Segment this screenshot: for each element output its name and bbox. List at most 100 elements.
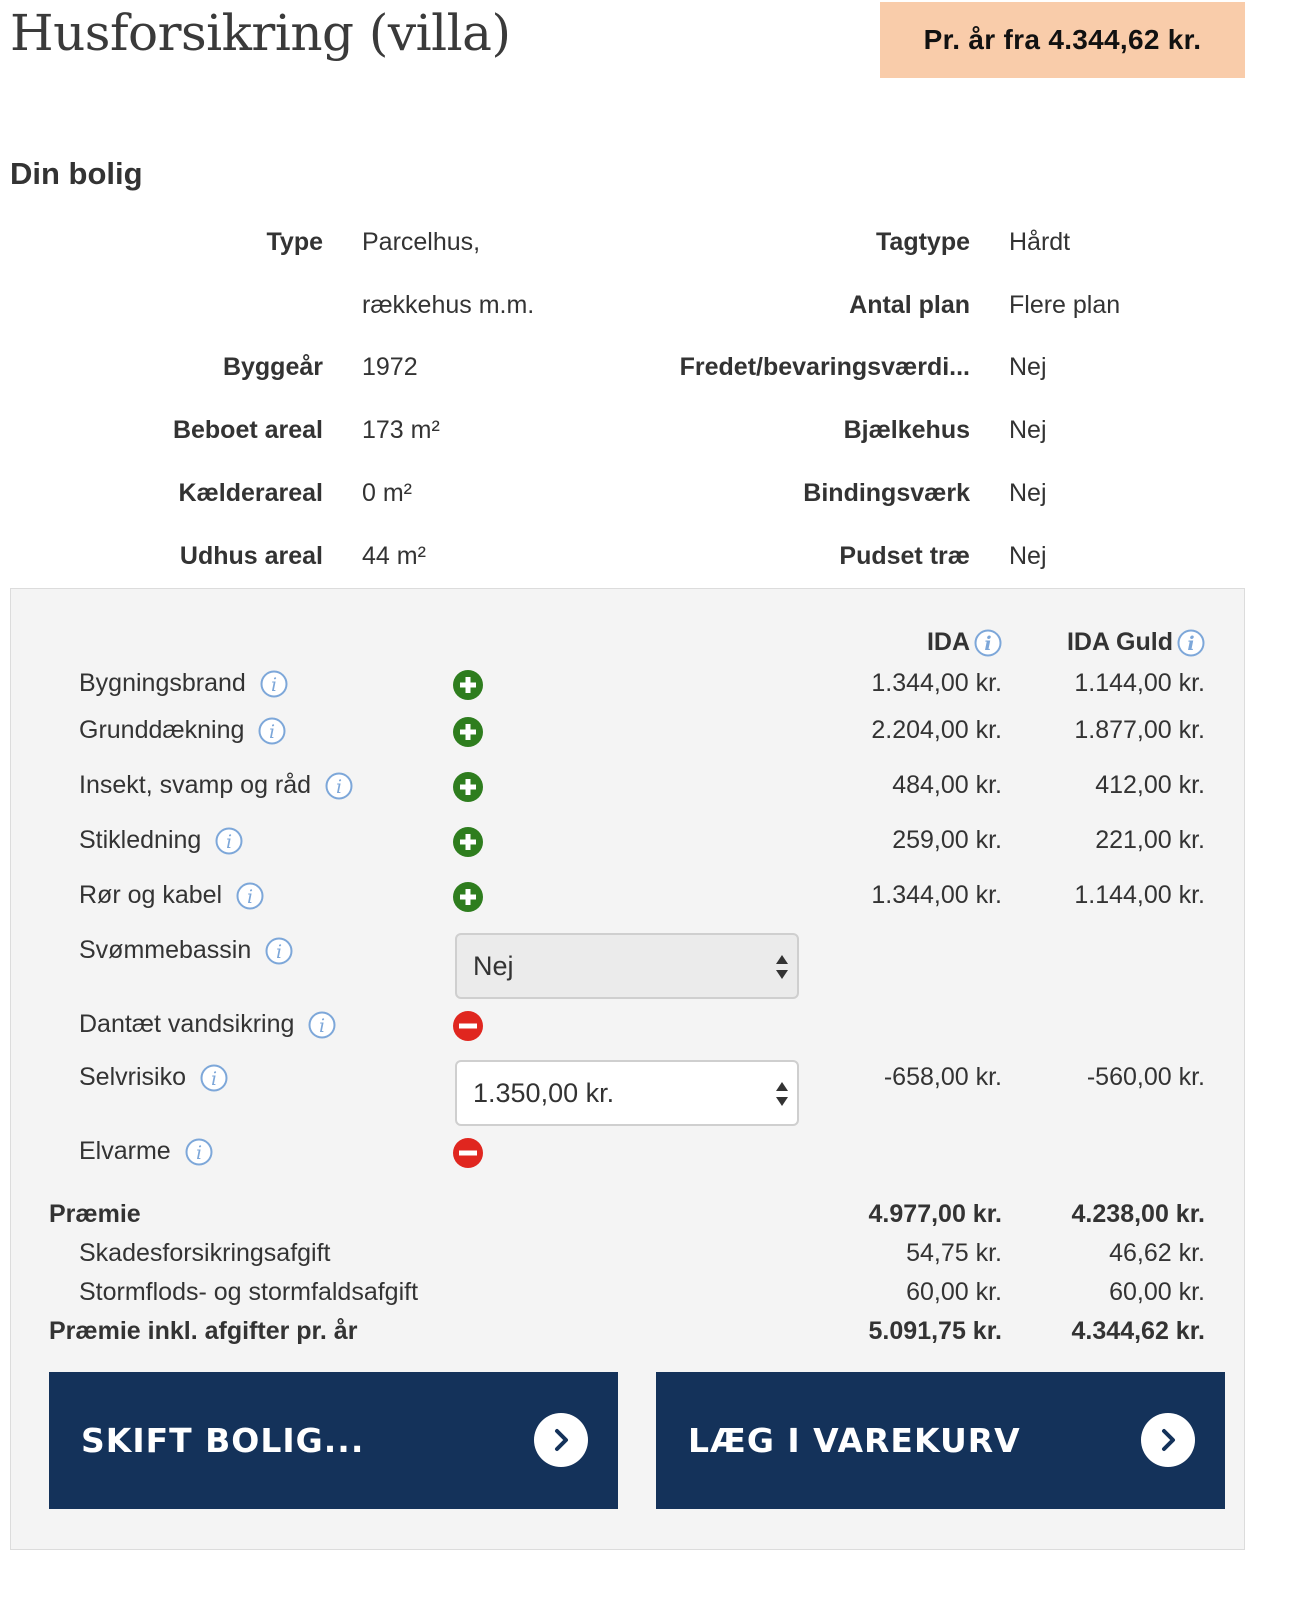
detail-label: Antal plan bbox=[849, 290, 970, 319]
coverage-label: Bygningsbrand i bbox=[79, 669, 288, 698]
svg-text:i: i bbox=[984, 633, 991, 655]
detail-label: Beboet areal bbox=[172, 415, 323, 444]
chevron-right-icon bbox=[534, 1413, 588, 1467]
price-ida: 1.344,00 kr. bbox=[871, 881, 1002, 909]
summary-ida: 5.091,75 kr. bbox=[868, 1317, 1002, 1345]
coverage-row-bygningsbrand: Bygningsbrand i 1.344,00 kr. 1.144,00 kr… bbox=[0, 665, 1292, 705]
info-icon[interactable]: i bbox=[974, 629, 1002, 657]
coverage-label: Grunddækning i bbox=[79, 716, 286, 745]
deductible-select[interactable]: 1.350,00 kr. bbox=[455, 1060, 799, 1126]
coverage-label: Stikledning i bbox=[79, 826, 243, 855]
info-icon[interactable]: i bbox=[260, 670, 288, 698]
coverage-row-dantaet-vandsikring: Dantæt vandsikring i bbox=[0, 1006, 1292, 1046]
summary-ida: 4.977,00 kr. bbox=[868, 1200, 1002, 1228]
coverage-name: Grunddækning bbox=[79, 716, 245, 744]
summary-ida-guld: 4.238,00 kr. bbox=[1071, 1200, 1205, 1228]
svg-text:i: i bbox=[1187, 633, 1194, 655]
coverage-name: Bygningsbrand bbox=[79, 669, 246, 697]
added-icon[interactable] bbox=[453, 882, 483, 912]
coverage-name: Stikledning bbox=[79, 826, 202, 854]
section-title-dwelling: Din bolig bbox=[10, 156, 143, 191]
detail-row: Byggeår 1972 Fredet/bevaringsværdi... Ne… bbox=[0, 347, 1292, 387]
pool-select[interactable]: Nej bbox=[455, 933, 799, 999]
info-icon[interactable]: i bbox=[215, 827, 243, 855]
detail-row: Beboet areal 173 m² Bjælkehus Nej bbox=[0, 410, 1292, 450]
added-icon[interactable] bbox=[453, 772, 483, 802]
info-icon[interactable]: i bbox=[185, 1138, 213, 1166]
info-icon[interactable]: i bbox=[200, 1064, 228, 1092]
summary-row-tax: Skadesforsikringsafgift 54,75 kr. 46,62 … bbox=[0, 1235, 1292, 1271]
svg-text:i: i bbox=[271, 674, 277, 696]
summary-row-total: Præmie inkl. afgifter pr. år 5.091,75 kr… bbox=[0, 1313, 1292, 1349]
removed-icon[interactable] bbox=[453, 1138, 483, 1168]
detail-label: Bindingsværk bbox=[803, 478, 970, 507]
button-label: LÆG I VAREKURV bbox=[688, 1421, 1021, 1460]
info-icon[interactable]: i bbox=[325, 772, 353, 800]
price-ida: -658,00 kr. bbox=[883, 1063, 1002, 1091]
select-arrows-icon bbox=[775, 952, 789, 982]
detail-value: 0 m² bbox=[362, 478, 412, 507]
detail-value: Nej bbox=[1009, 415, 1047, 444]
svg-text:i: i bbox=[226, 831, 232, 853]
summary-label: Præmie bbox=[49, 1200, 141, 1228]
detail-label: Type bbox=[266, 227, 324, 256]
coverage-label: Dantæt vandsikring i bbox=[79, 1010, 336, 1039]
summary-ida: 60,00 kr. bbox=[906, 1278, 1002, 1306]
detail-label: Byggeår bbox=[222, 352, 323, 381]
column-header-ida-guld: IDA Guld i bbox=[1067, 628, 1205, 657]
price-ida-guld: 221,00 kr. bbox=[1095, 826, 1205, 854]
select-value: Nej bbox=[473, 950, 514, 981]
select-value: 1.350,00 kr. bbox=[473, 1077, 615, 1108]
svg-text:i: i bbox=[336, 776, 342, 798]
price-ida-guld: 1.144,00 kr. bbox=[1074, 669, 1205, 697]
summary-label: Skadesforsikringsafgift bbox=[79, 1239, 331, 1267]
detail-value: Nej bbox=[1009, 352, 1047, 381]
price-ida: 2.204,00 kr. bbox=[871, 716, 1002, 744]
column-header-ida: IDA i bbox=[927, 628, 1002, 657]
removed-icon[interactable] bbox=[453, 1011, 483, 1041]
coverage-row-roer-og-kabel: Rør og kabel i 1.344,00 kr. 1.144,00 kr. bbox=[0, 877, 1292, 917]
info-icon[interactable]: i bbox=[265, 937, 293, 965]
select-arrows-icon bbox=[775, 1079, 789, 1109]
detail-value: 1972 bbox=[362, 352, 418, 381]
coverage-label: Elvarme i bbox=[79, 1137, 213, 1166]
add-to-cart-button[interactable]: LÆG I VAREKURV bbox=[656, 1372, 1225, 1509]
price-ida-guld: 412,00 kr. bbox=[1095, 771, 1205, 799]
detail-label: Pudset træ bbox=[839, 541, 970, 570]
price-ida-guld: -560,00 kr. bbox=[1086, 1063, 1205, 1091]
added-icon[interactable] bbox=[453, 717, 483, 747]
svg-text:i: i bbox=[196, 1142, 202, 1164]
price-badge: Pr. år fra 4.344,62 kr. bbox=[880, 2, 1245, 78]
detail-value: Hårdt bbox=[1009, 227, 1071, 256]
detail-label: Udhus areal bbox=[179, 541, 323, 570]
detail-value: 44 m² bbox=[362, 541, 426, 570]
svg-text:i: i bbox=[247, 886, 253, 908]
detail-row: Udhus areal 44 m² Pudset træ Nej bbox=[0, 536, 1292, 576]
coverage-name: Elvarme bbox=[79, 1137, 171, 1165]
info-icon[interactable]: i bbox=[308, 1011, 336, 1039]
detail-value: Parcelhus, bbox=[362, 227, 481, 256]
price-ida: 259,00 kr. bbox=[892, 826, 1002, 854]
detail-row: Type Parcelhus, Tagtype Hårdt bbox=[0, 222, 1292, 262]
summary-label: Stormflods- og stormfaldsafgift bbox=[79, 1278, 419, 1306]
coverage-label: Selvrisiko i bbox=[79, 1063, 228, 1092]
added-icon[interactable] bbox=[453, 827, 483, 857]
coverage-row-grunddaekning: Grunddækning i 2.204,00 kr. 1.877,00 kr. bbox=[0, 712, 1292, 752]
coverage-row-insekt: Insekt, svamp og råd i 484,00 kr. 412,00… bbox=[0, 767, 1292, 807]
coverage-name: Selvrisiko bbox=[79, 1063, 186, 1091]
info-icon[interactable]: i bbox=[258, 717, 286, 745]
info-icon[interactable]: i bbox=[236, 882, 264, 910]
change-home-button[interactable]: SKIFT BOLIG... bbox=[49, 1372, 618, 1509]
coverage-row-elvarme: Elvarme i bbox=[0, 1133, 1292, 1173]
coverage-name: Rør og kabel bbox=[79, 881, 223, 909]
detail-label: Kælderareal bbox=[178, 478, 323, 507]
summary-ida-guld: 46,62 kr. bbox=[1109, 1239, 1205, 1267]
price-ida-guld: 1.144,00 kr. bbox=[1074, 881, 1205, 909]
info-icon[interactable]: i bbox=[1177, 629, 1205, 657]
detail-row: rækkehus m.m. Antal plan Flere plan bbox=[0, 285, 1292, 325]
column-header-label: IDA bbox=[926, 628, 970, 656]
price-ida: 484,00 kr. bbox=[892, 771, 1002, 799]
coverage-label: Rør og kabel i bbox=[79, 881, 264, 910]
summary-label: Præmie inkl. afgifter pr. år bbox=[49, 1317, 358, 1345]
added-icon[interactable] bbox=[453, 670, 483, 700]
